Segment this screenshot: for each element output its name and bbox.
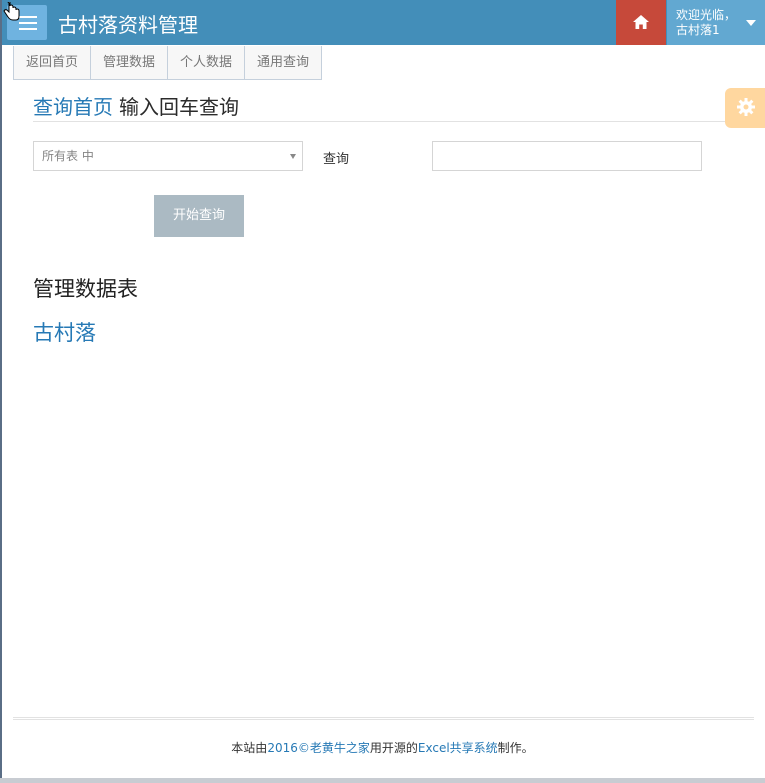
breadcrumb: 查询首页 输入回车查询 bbox=[33, 91, 725, 122]
nav-tabs: 返回首页 管理数据 个人数据 通用查询 bbox=[13, 46, 323, 80]
app-title[interactable]: 古村落资料管理 bbox=[58, 9, 198, 38]
menu-icon-bar bbox=[19, 28, 37, 30]
page-title: 输入回车查询 bbox=[119, 95, 239, 119]
footer-suffix: 制作。 bbox=[497, 741, 534, 755]
home-icon bbox=[633, 15, 649, 29]
footer-divider bbox=[13, 717, 754, 720]
window-bottom-edge bbox=[0, 778, 765, 783]
menu-icon-bar bbox=[19, 22, 37, 24]
menu-icon bbox=[19, 16, 37, 18]
caret-down-icon bbox=[746, 20, 756, 26]
tab-back-home[interactable]: 返回首页 bbox=[13, 46, 92, 80]
table-select-value: 所有表 中 bbox=[42, 149, 94, 163]
footer-prefix: 本站由 bbox=[231, 741, 268, 755]
tab-general-query[interactable]: 通用查询 bbox=[244, 46, 323, 80]
tab-manage-data[interactable]: 管理数据 bbox=[90, 46, 169, 80]
top-navbar: 古村落资料管理 欢迎光临， 古村落1 bbox=[2, 0, 765, 45]
settings-button[interactable] bbox=[725, 88, 765, 128]
table-link-ancient-village[interactable]: 古村落 bbox=[33, 317, 96, 347]
select-arrow-icon bbox=[290, 154, 296, 159]
username: 古村落1 bbox=[676, 23, 720, 37]
query-input[interactable] bbox=[432, 141, 702, 171]
footer-link-excel-share[interactable]: Excel共享系统 bbox=[418, 741, 498, 755]
section-title: 管理数据表 bbox=[33, 277, 138, 301]
home-button[interactable] bbox=[616, 0, 666, 45]
user-menu[interactable]: 欢迎光临， 古村落1 bbox=[667, 0, 765, 45]
window-left-edge bbox=[0, 0, 2, 783]
query-label: 查询 bbox=[323, 152, 350, 167]
gear-icon bbox=[737, 98, 755, 116]
start-query-button[interactable]: 开始查询 bbox=[154, 195, 244, 237]
footer: 本站由2016©老黄牛之家用开源的Excel共享系统制作。 bbox=[0, 739, 765, 756]
welcome-text: 欢迎光临， bbox=[676, 8, 737, 22]
table-select[interactable]: 所有表 中 bbox=[33, 141, 303, 171]
tab-personal-data[interactable]: 个人数据 bbox=[167, 46, 246, 80]
pointer-cursor-icon bbox=[3, 2, 20, 21]
breadcrumb-query-home-link[interactable]: 查询首页 bbox=[33, 95, 113, 119]
footer-link-author[interactable]: 2016©老黄牛之家 bbox=[267, 741, 370, 755]
footer-middle: 用开源的 bbox=[369, 741, 418, 755]
